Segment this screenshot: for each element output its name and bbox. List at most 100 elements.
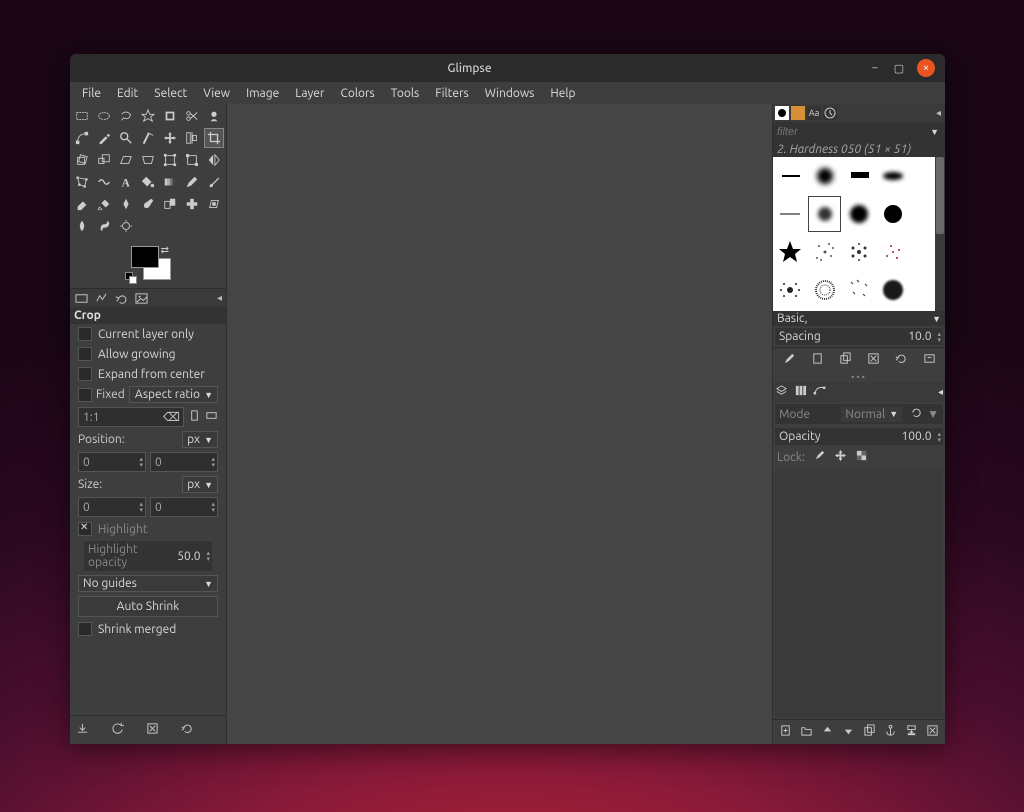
tool-handle-transform[interactable]	[182, 150, 202, 170]
color-picker[interactable]: ⇄	[125, 244, 171, 282]
brush-item[interactable]	[807, 157, 841, 195]
tool-color-picker[interactable]	[94, 128, 114, 148]
tool-foreground-select[interactable]	[204, 106, 224, 126]
brush-item[interactable]	[807, 233, 841, 271]
brush-grid[interactable]	[773, 157, 945, 311]
guides-dropdown[interactable]: No guides ▼	[78, 575, 218, 592]
menu-layer[interactable]: Layer	[287, 85, 332, 102]
tool-rotate[interactable]	[72, 150, 92, 170]
tool-fill[interactable]	[138, 172, 158, 192]
collapse-icon[interactable]: ◂	[936, 107, 941, 119]
brush-item[interactable]	[842, 195, 876, 233]
paths-tab-icon[interactable]	[813, 384, 826, 400]
drag-handle-icon[interactable]: •••	[773, 372, 945, 382]
tool-heal[interactable]	[182, 194, 202, 214]
tool-scissors-select[interactable]	[182, 106, 202, 126]
current-layer-only-checkbox[interactable]	[78, 327, 92, 341]
new-brush-icon[interactable]	[811, 352, 824, 368]
tool-crop[interactable]	[204, 128, 224, 148]
default-colors-icon[interactable]	[125, 272, 135, 282]
images-tab-icon[interactable]	[134, 291, 148, 305]
tool-cage[interactable]	[72, 172, 92, 192]
size-w-input[interactable]: 0▴▾	[78, 497, 146, 517]
brush-item[interactable]	[773, 157, 807, 195]
menu-filters[interactable]: Filters	[427, 85, 476, 102]
tool-text[interactable]: A	[116, 172, 136, 192]
menu-colors[interactable]: Colors	[332, 85, 382, 102]
menu-view[interactable]: View	[195, 85, 238, 102]
collapse-icon[interactable]: ◂	[217, 292, 222, 304]
shrink-merged-checkbox[interactable]	[78, 622, 92, 636]
brush-item[interactable]	[842, 271, 876, 309]
canvas-area[interactable]	[227, 104, 772, 744]
restore-options-icon[interactable]	[111, 722, 124, 738]
reset-options-icon[interactable]	[181, 722, 194, 738]
tool-blur[interactable]	[72, 216, 92, 236]
duplicate-layer-icon[interactable]	[863, 724, 876, 740]
tool-lasso-select[interactable]	[116, 106, 136, 126]
brush-preset-row[interactable]: Basic, ▼	[773, 311, 945, 326]
highlight-checkbox[interactable]	[78, 522, 92, 536]
expand-from-center-checkbox[interactable]	[78, 367, 92, 381]
tool-warp[interactable]	[94, 172, 114, 192]
brush-item[interactable]	[842, 233, 876, 271]
tool-by-color-select[interactable]	[160, 106, 180, 126]
position-unit-dropdown[interactable]: px ▼	[182, 431, 218, 448]
delete-layer-icon[interactable]	[926, 724, 939, 740]
close-button[interactable]: ×	[917, 59, 935, 77]
tool-eraser[interactable]	[72, 194, 92, 214]
tool-mypaint-brush[interactable]	[138, 194, 158, 214]
patterns-tab-icon[interactable]	[791, 106, 805, 120]
brushes-tab-icon[interactable]	[775, 106, 789, 120]
brush-item[interactable]	[876, 233, 910, 271]
brush-item[interactable]	[773, 233, 807, 271]
new-layer-icon[interactable]	[779, 724, 792, 740]
mode-dropdown[interactable]: Normal ▼	[841, 407, 902, 422]
menu-windows[interactable]: Windows	[477, 85, 543, 102]
position-x-input[interactable]: 0▴▾	[78, 452, 146, 472]
tool-airbrush[interactable]	[94, 194, 114, 214]
tool-flip[interactable]	[204, 150, 224, 170]
highlight-opacity-row[interactable]: Highlight opacity 50.0 ▴▾	[84, 541, 212, 571]
brush-item[interactable]	[807, 271, 841, 309]
tool-gradient[interactable]	[160, 172, 180, 192]
tool-shear[interactable]	[116, 150, 136, 170]
allow-growing-checkbox[interactable]	[78, 347, 92, 361]
size-unit-dropdown[interactable]: px ▼	[182, 476, 218, 493]
document-history-tab-icon[interactable]	[823, 106, 837, 120]
tool-smudge[interactable]	[94, 216, 114, 236]
tool-ellipse-select[interactable]	[94, 106, 114, 126]
tool-paintbrush[interactable]	[204, 172, 224, 192]
menu-image[interactable]: Image	[238, 85, 287, 102]
orientation-landscape-icon[interactable]	[205, 409, 218, 425]
fixed-checkbox[interactable]	[78, 388, 92, 402]
tool-pencil[interactable]	[182, 172, 202, 192]
tool-measure[interactable]	[138, 128, 158, 148]
swap-colors-icon[interactable]: ⇄	[161, 244, 169, 256]
menu-tools[interactable]: Tools	[383, 85, 428, 102]
minimize-button[interactable]: –	[869, 62, 881, 74]
menu-select[interactable]: Select	[146, 85, 195, 102]
brush-item[interactable]	[773, 271, 807, 309]
ratio-input[interactable]: 1:1 ⌫	[78, 407, 184, 427]
position-y-input[interactable]: 0▴▾	[150, 452, 218, 472]
lock-pixels-icon[interactable]	[813, 449, 826, 465]
menu-edit[interactable]: Edit	[109, 85, 146, 102]
tool-fuzzy-select[interactable]	[138, 106, 158, 126]
tool-options-tab-icon[interactable]	[74, 291, 88, 305]
tool-clone[interactable]	[160, 194, 180, 214]
brush-filter-input[interactable]	[773, 122, 924, 142]
tool-paths[interactable]	[72, 128, 92, 148]
tool-scale[interactable]	[94, 150, 114, 170]
auto-shrink-button[interactable]: Auto Shrink	[78, 596, 218, 617]
brush-item[interactable]	[876, 271, 910, 309]
menu-file[interactable]: File	[74, 85, 109, 102]
delete-options-icon[interactable]	[146, 722, 159, 738]
maximize-button[interactable]: ▢	[893, 62, 905, 74]
layers-tab-icon[interactable]	[775, 384, 788, 400]
tool-move[interactable]	[160, 128, 180, 148]
brush-item[interactable]	[876, 195, 910, 233]
save-options-icon[interactable]	[76, 722, 89, 738]
device-status-tab-icon[interactable]	[94, 291, 108, 305]
brush-item[interactable]	[773, 195, 807, 233]
